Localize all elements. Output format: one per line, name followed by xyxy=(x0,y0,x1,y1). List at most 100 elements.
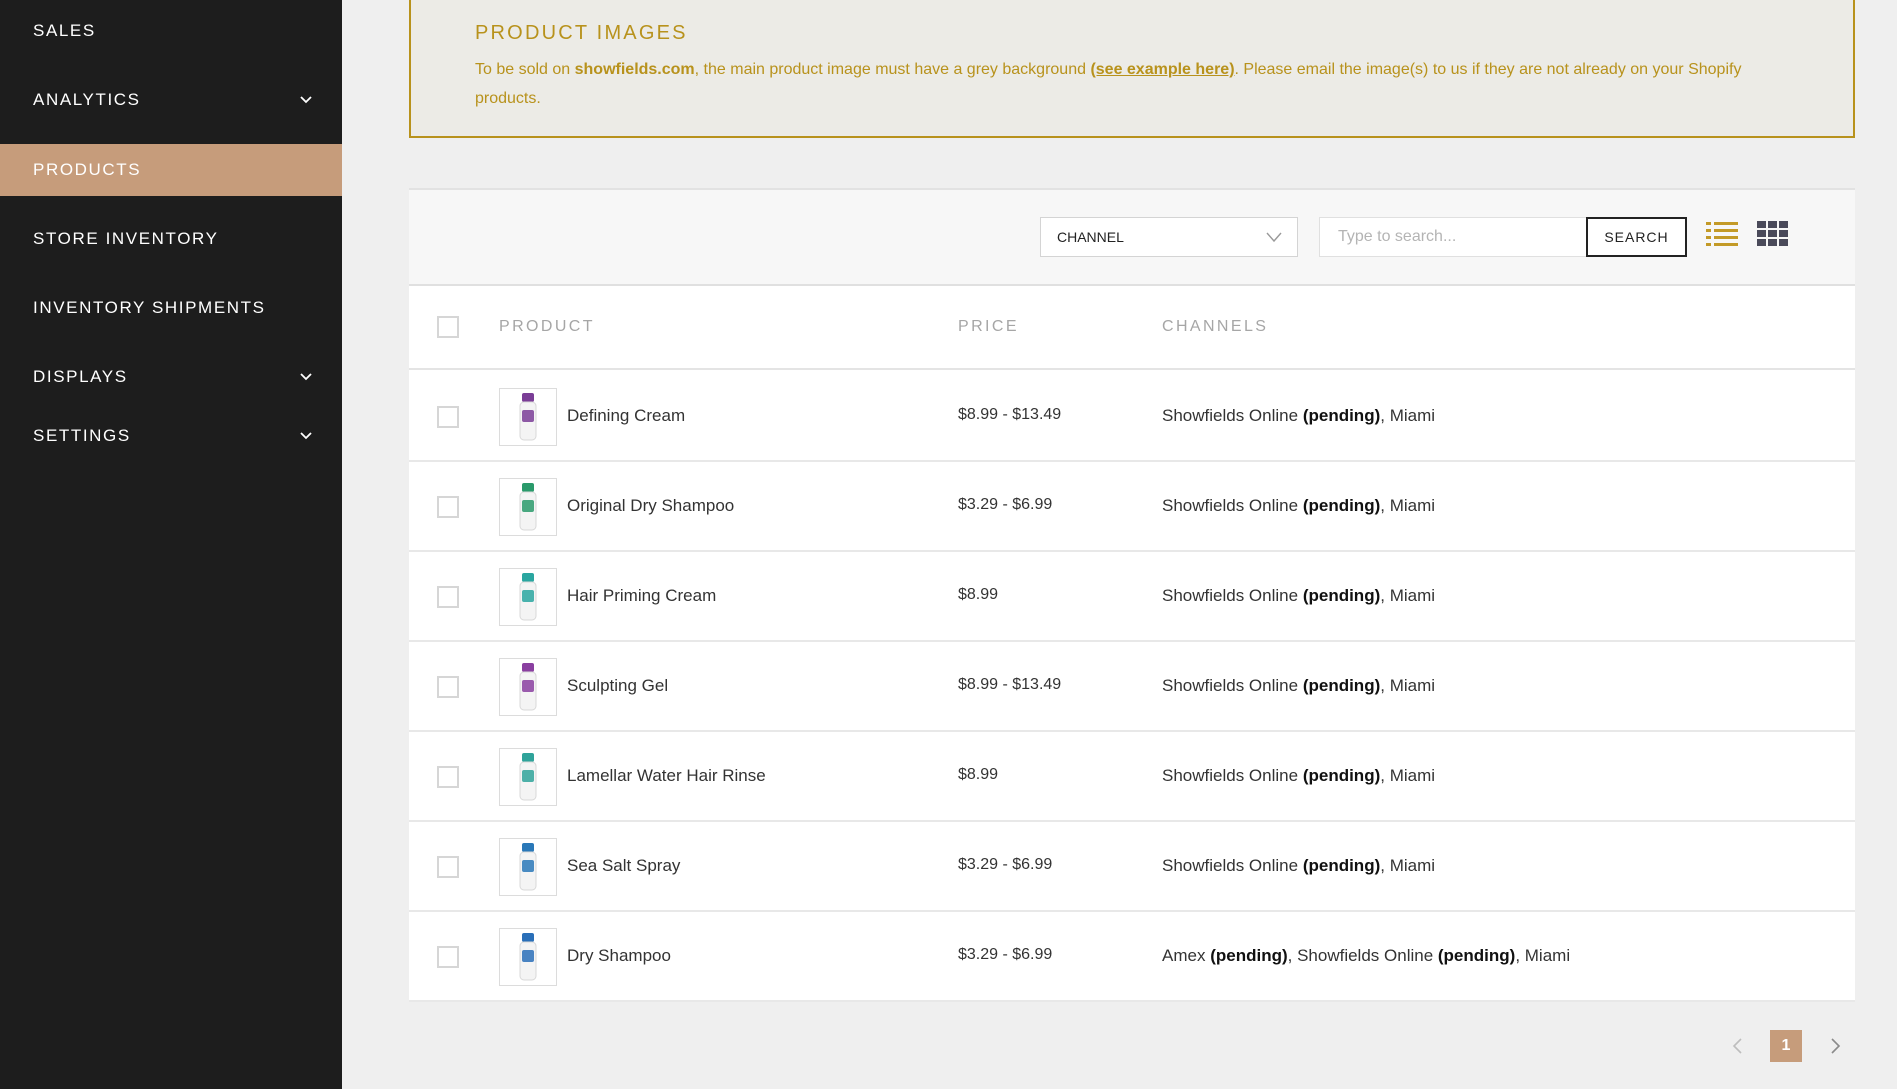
toolbar: CHANNEL SEARCH xyxy=(409,190,1855,286)
sidebar-item-label: PRODUCTS xyxy=(33,160,142,179)
sidebar-item-label: DISPLAYS xyxy=(33,367,128,386)
example-link[interactable]: (see example here) xyxy=(1090,61,1234,78)
product-channels: Showfields Online (pending), Miami xyxy=(1162,676,1436,695)
product-channels: Showfields Online (pending), Miami xyxy=(1162,586,1436,605)
row-checkbox[interactable] xyxy=(437,676,459,698)
channel-name: Amex xyxy=(1162,946,1206,965)
table-row[interactable]: Defining Cream $8.99 - $13.49 Showfields O… xyxy=(409,372,1855,462)
sidebar-item-store-inventory[interactable]: STORE INVENTORY xyxy=(0,213,342,265)
chevron-left-icon[interactable] xyxy=(1728,1036,1748,1056)
product-name[interactable]: Lamellar Water Hair Rinse xyxy=(567,766,766,786)
table-row[interactable]: Lamellar Water Hair Rinse $8.99 Showfields… xyxy=(409,732,1855,822)
row-checkbox[interactable] xyxy=(437,586,459,608)
product-thumbnail[interactable] xyxy=(499,568,557,626)
column-header-channels: CHANNELS xyxy=(1162,318,1269,335)
table-row[interactable]: Dry Shampoo $3.29 - $6.99 Amex (pending), … xyxy=(409,912,1855,1002)
product-channels: Showfields Online (pending), Miami xyxy=(1162,406,1436,425)
product-thumbnail[interactable] xyxy=(499,928,557,986)
sidebar-item-analytics[interactable]: ANALYTICS xyxy=(0,74,342,126)
notice-text-part: , the main product image must have a gre… xyxy=(694,61,1091,78)
notice-title: PRODUCT IMAGES xyxy=(475,22,688,44)
channel-name: Showfields Online xyxy=(1162,676,1299,695)
product-thumbnail[interactable] xyxy=(499,658,557,716)
channel-status: (pending) xyxy=(1302,586,1381,605)
channel-name: Showfields Online xyxy=(1162,856,1299,875)
product-channels: Amex (pending), Showfields Online (pendi… xyxy=(1162,946,1571,965)
select-all-checkbox[interactable] xyxy=(437,316,459,338)
product-name[interactable]: Dry Shampoo xyxy=(567,946,671,966)
channel-name: Showfields Online xyxy=(1162,406,1299,425)
notice-text-part: To be sold on xyxy=(475,61,575,78)
search-button[interactable]: SEARCH xyxy=(1586,217,1687,257)
channel-name: Miami xyxy=(1389,856,1436,875)
channel-select-value: CHANNEL xyxy=(1057,229,1124,245)
channel-status: (pending) xyxy=(1302,406,1381,425)
product-channels: Showfields Online (pending), Miami xyxy=(1162,856,1436,875)
sidebar-item-sales[interactable]: SALES xyxy=(0,5,342,57)
channel-select[interactable]: CHANNEL xyxy=(1040,217,1298,257)
product-thumbnail[interactable] xyxy=(499,388,557,446)
grid-view-icon[interactable] xyxy=(1757,220,1789,248)
table-header: PRODUCT PRICE CHANNELS xyxy=(409,286,1855,370)
product-channels: Showfields Online (pending), Miami xyxy=(1162,766,1436,785)
chevron-down-icon xyxy=(298,92,314,108)
sidebar-item-displays[interactable]: DISPLAYS xyxy=(0,351,342,403)
row-checkbox[interactable] xyxy=(437,766,459,788)
channel-status: (pending) xyxy=(1302,766,1381,785)
channel-name: Miami xyxy=(1389,676,1436,695)
products-panel: CHANNEL SEARCH PRODUCT PRICE xyxy=(409,188,1855,1002)
sidebar-item-label: SALES xyxy=(33,21,96,40)
product-name[interactable]: Sea Salt Spray xyxy=(567,856,680,876)
table-row[interactable]: Original Dry Shampoo $3.29 - $6.99 Showfie… xyxy=(409,462,1855,552)
product-price: $3.29 - $6.99 xyxy=(958,856,1053,873)
product-price: $3.29 - $6.99 xyxy=(958,946,1053,963)
channel-name: Miami xyxy=(1389,586,1436,605)
page-1-button[interactable]: 1 xyxy=(1770,1030,1802,1062)
channel-name: Showfields Online xyxy=(1297,946,1434,965)
column-header-product: PRODUCT xyxy=(499,318,595,335)
row-checkbox[interactable] xyxy=(437,946,459,968)
channel-name: Showfields Online xyxy=(1162,496,1299,515)
list-view-icon[interactable] xyxy=(1706,220,1738,248)
notice-text: To be sold on showfields.com, the main p… xyxy=(475,55,1787,113)
channel-name: Showfields Online xyxy=(1162,766,1299,785)
product-name[interactable]: Hair Priming Cream xyxy=(567,586,716,606)
table-row[interactable]: Sea Salt Spray $3.29 - $6.99 Showfields On… xyxy=(409,822,1855,912)
channel-name: Showfields Online xyxy=(1162,586,1299,605)
sidebar-item-products[interactable]: PRODUCTS xyxy=(0,144,342,196)
search-input[interactable] xyxy=(1319,217,1589,257)
product-price: $8.99 - $13.49 xyxy=(958,676,1062,693)
product-name[interactable]: Defining Cream xyxy=(567,406,685,426)
table-row[interactable]: Hair Priming Cream $8.99 Showfields Online… xyxy=(409,552,1855,642)
sidebar-item-settings[interactable]: SETTINGS xyxy=(0,410,342,462)
product-price: $3.29 - $6.99 xyxy=(958,496,1053,513)
notice-site: showfields.com xyxy=(574,61,695,78)
channel-status: (pending) xyxy=(1210,946,1288,965)
product-price: $8.99 xyxy=(958,586,999,603)
sidebar-item-inventory-shipments[interactable]: INVENTORY SHIPMENTS xyxy=(0,282,342,334)
row-checkbox[interactable] xyxy=(437,856,459,878)
product-thumbnail[interactable] xyxy=(499,748,557,806)
channel-name: Miami xyxy=(1389,496,1436,515)
sidebar-item-label: SETTINGS xyxy=(33,426,131,445)
product-images-notice: PRODUCT IMAGES To be sold on showfields.… xyxy=(409,0,1855,138)
chevron-right-icon[interactable] xyxy=(1825,1036,1845,1056)
product-name[interactable]: Sculpting Gel xyxy=(567,676,668,696)
row-checkbox[interactable] xyxy=(437,406,459,428)
chevron-down-icon xyxy=(298,428,314,444)
sidebar-item-label: STORE INVENTORY xyxy=(33,229,219,248)
channel-status: (pending) xyxy=(1437,946,1516,965)
product-price: $8.99 - $13.49 xyxy=(958,406,1062,423)
product-name[interactable]: Original Dry Shampoo xyxy=(567,496,734,516)
sidebar-item-label: INVENTORY SHIPMENTS xyxy=(33,298,266,317)
column-header-price: PRICE xyxy=(958,318,1019,335)
channel-status: (pending) xyxy=(1302,676,1381,695)
product-thumbnail[interactable] xyxy=(499,478,557,536)
chevron-down-icon xyxy=(1265,228,1283,246)
product-channels: Showfields Online (pending), Miami xyxy=(1162,496,1436,515)
sidebar-item-label: ANALYTICS xyxy=(33,90,141,109)
product-thumbnail[interactable] xyxy=(499,838,557,896)
table-row[interactable]: Sculpting Gel $8.99 - $13.49 Showfields On… xyxy=(409,642,1855,732)
row-checkbox[interactable] xyxy=(437,496,459,518)
product-price: $8.99 xyxy=(958,766,999,783)
